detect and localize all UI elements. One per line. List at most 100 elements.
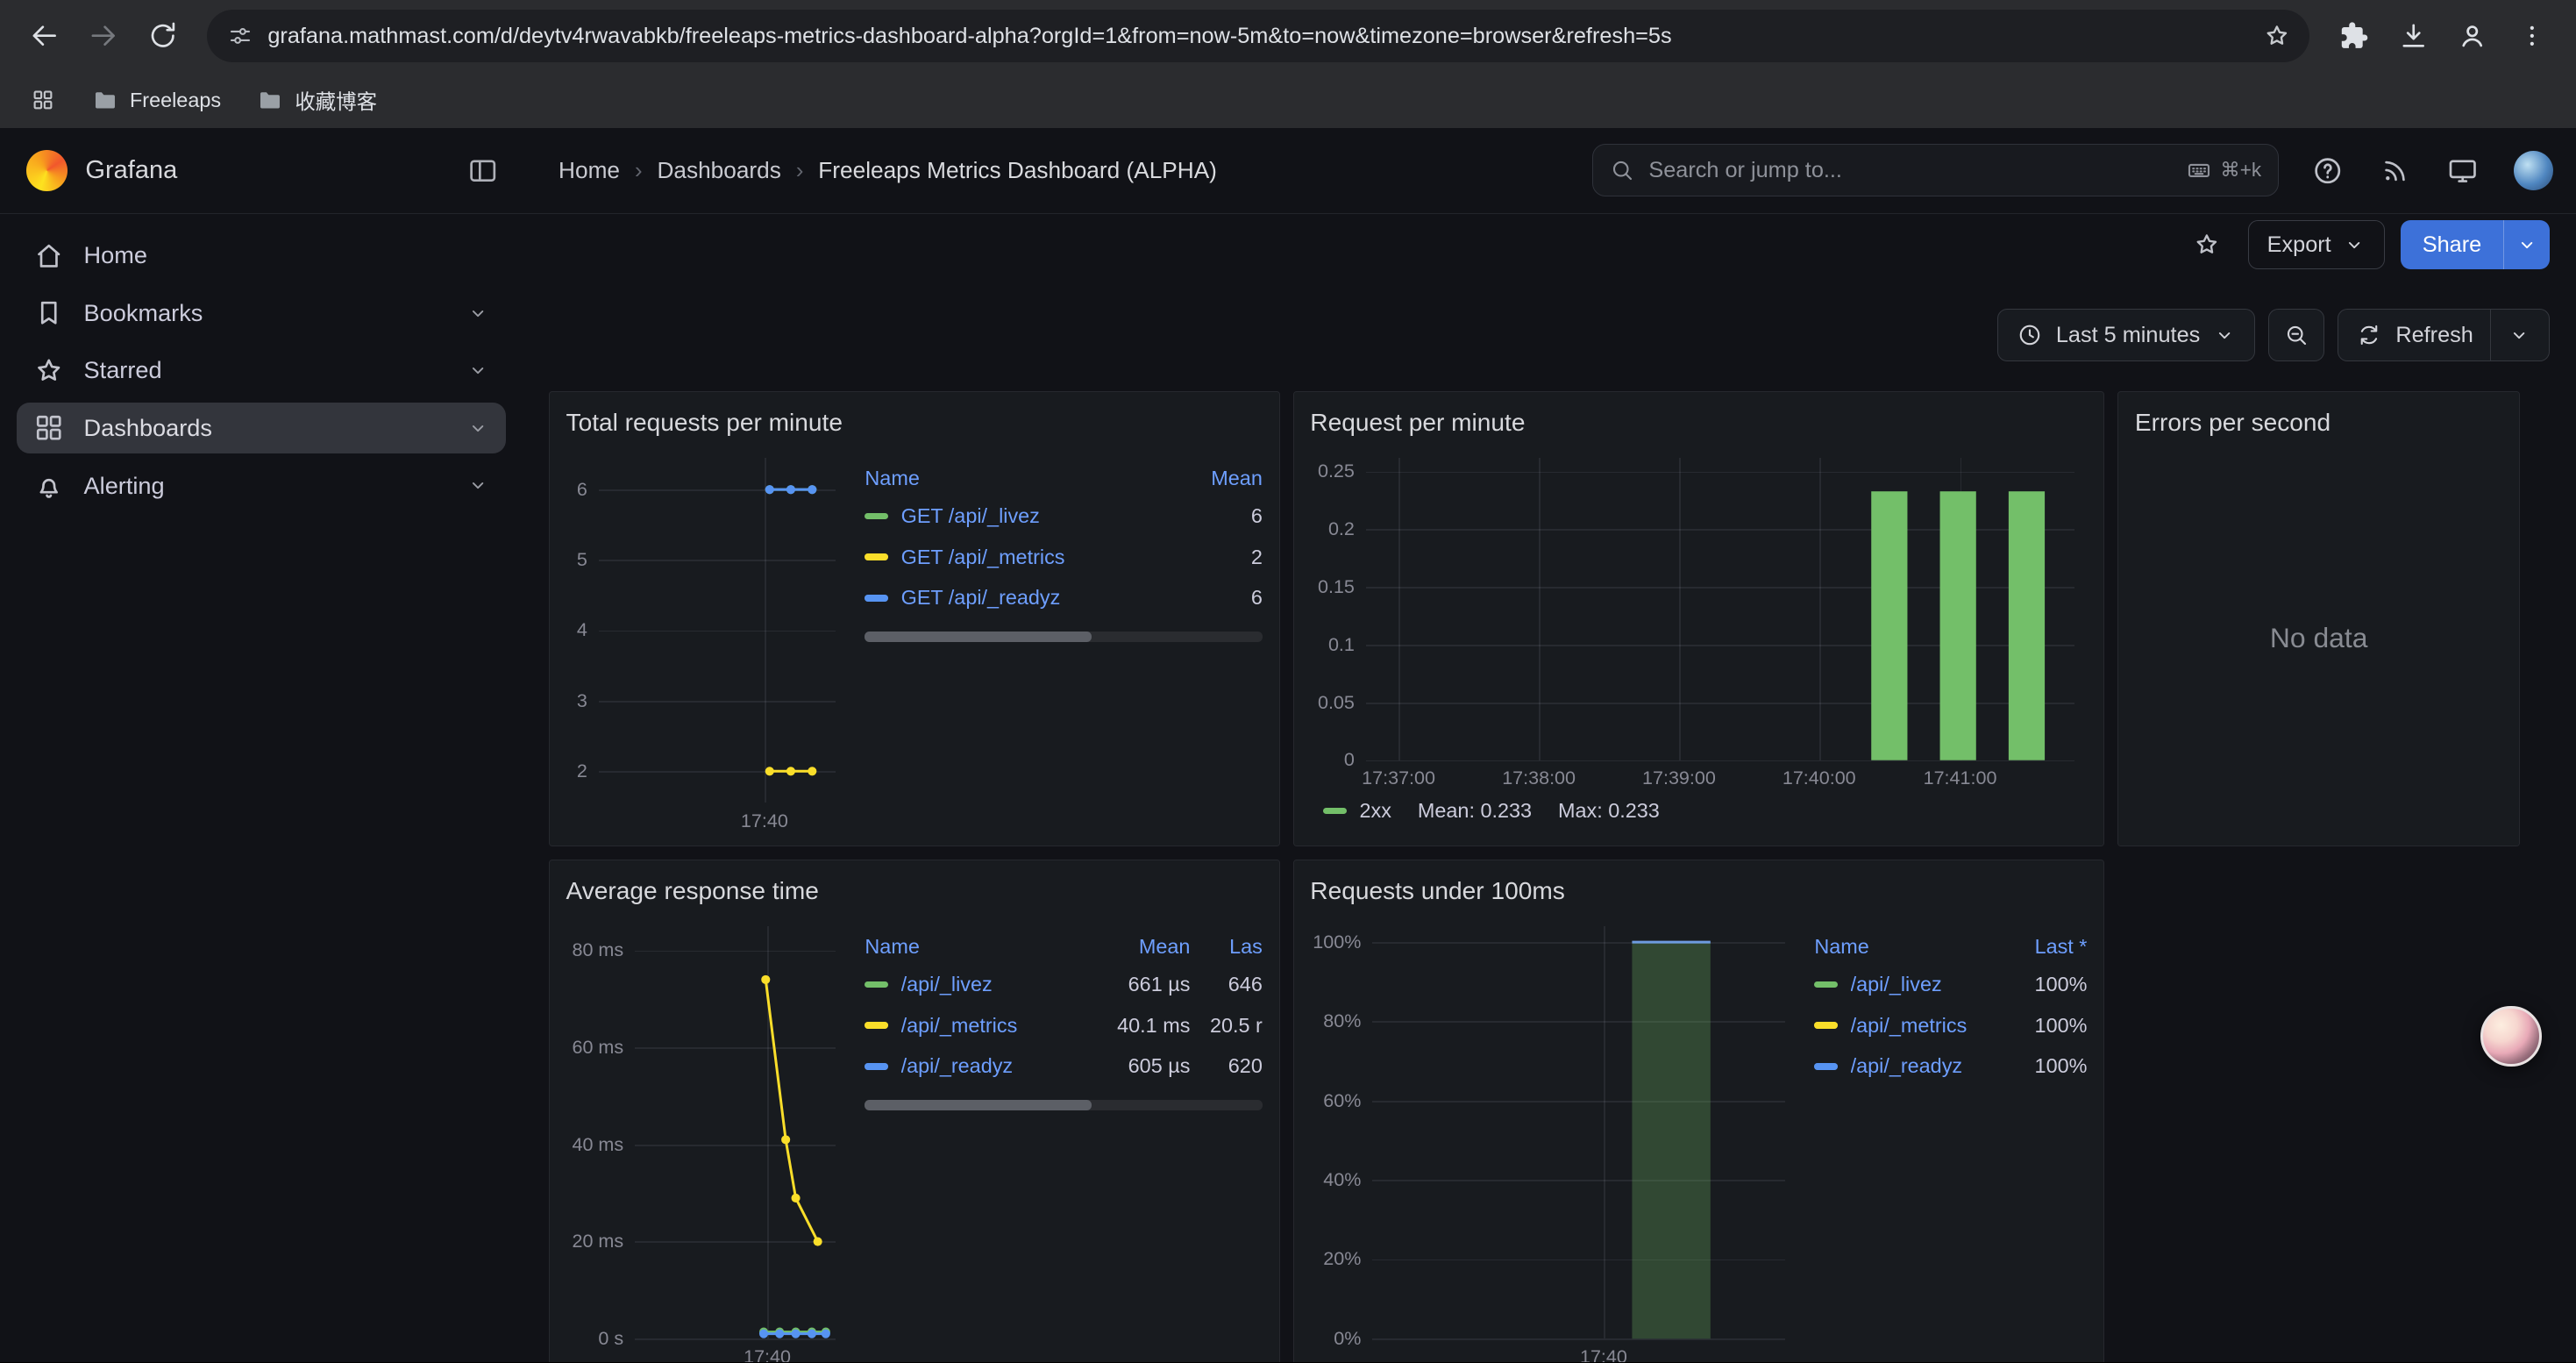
chevron-down-icon[interactable] xyxy=(466,302,489,325)
legend-value: 661 µs xyxy=(1082,973,1191,996)
legend-row[interactable]: /api/_readyz605 µs620 xyxy=(865,1046,1262,1088)
scrollbar-thumb[interactable] xyxy=(865,1100,1091,1110)
legend-value: 100% xyxy=(1996,973,2088,996)
legend-header[interactable]: Las xyxy=(1190,935,1262,959)
chevron-down-icon[interactable] xyxy=(466,474,489,496)
back-icon[interactable] xyxy=(17,8,73,64)
breadcrumb-separator: › xyxy=(796,157,804,184)
browser-toolbar: grafana.mathmast.com/d/deytv4rwavabkb/fr… xyxy=(0,0,2576,72)
sidebar-item-bookmarks[interactable]: Bookmarks xyxy=(17,288,506,339)
refresh-interval-dropdown-icon[interactable] xyxy=(2508,324,2530,346)
chart-canvas xyxy=(1310,913,1797,1362)
legend-row[interactable]: /api/_livez661 µs646 xyxy=(865,964,1262,1005)
bookmark-folder[interactable]: 收藏博客 xyxy=(244,81,390,120)
share-button[interactable]: Share xyxy=(2401,220,2550,269)
extensions-icon[interactable] xyxy=(2326,8,2382,64)
legend-header-name[interactable]: Name xyxy=(865,935,1081,959)
help-icon[interactable] xyxy=(2311,154,2344,187)
panel-header[interactable]: Request per minute xyxy=(1310,402,2087,445)
legend-row[interactable]: GET /api/_metrics2 xyxy=(865,537,1262,578)
sidebar-item-home[interactable]: Home xyxy=(17,230,506,281)
refresh-icon xyxy=(2356,322,2382,348)
forward-icon[interactable] xyxy=(75,8,132,64)
panel-header[interactable]: Average response time xyxy=(566,870,1263,913)
bookmarks-bar: Freeleaps 收藏博客 xyxy=(0,72,2576,128)
menu-icon[interactable] xyxy=(2504,8,2560,64)
panel-header[interactable]: Errors per second xyxy=(2135,402,2503,445)
time-range-picker[interactable]: Last 5 minutes xyxy=(1997,309,2255,361)
legend-value: 40.1 ms xyxy=(1082,1014,1191,1038)
legend-row[interactable]: /api/_readyz100% xyxy=(1814,1046,2087,1088)
panel-header[interactable]: Requests under 100ms xyxy=(1310,870,2087,913)
bookmark-page-icon[interactable] xyxy=(2254,13,2300,59)
legend-header[interactable]: Mean xyxy=(1161,467,1263,490)
url-bar[interactable]: grafana.mathmast.com/d/deytv4rwavabkb/fr… xyxy=(207,10,2309,62)
bookmark-folder[interactable]: Freeleaps xyxy=(79,82,234,118)
sidebar-item-label: Dashboards xyxy=(84,414,212,442)
favorite-star-icon[interactable] xyxy=(2182,220,2231,269)
search-input[interactable] xyxy=(1648,158,2173,183)
legend: 2xxMean: 0.233Max: 0.233 xyxy=(1310,789,2087,832)
legend-row[interactable]: /api/_metrics40.1 ms20.5 r xyxy=(865,1005,1262,1046)
panel-header[interactable]: Total requests per minute xyxy=(566,402,1263,445)
apps-grid-icon[interactable] xyxy=(19,77,65,123)
legend-header-name[interactable]: Name xyxy=(1814,935,1995,959)
legend-row[interactable]: /api/_livez100% xyxy=(1814,964,2087,1005)
export-button[interactable]: Export xyxy=(2248,220,2385,269)
legend-row[interactable]: 2xx xyxy=(1323,799,1391,823)
sidebar-item-starred[interactable]: Starred xyxy=(17,345,506,396)
series-swatch xyxy=(865,981,887,988)
sidebar-item-alerting[interactable]: Alerting xyxy=(17,460,506,511)
series-name: /api/_livez xyxy=(901,973,993,996)
zoom-out-button[interactable] xyxy=(2268,309,2324,361)
floating-avatar[interactable] xyxy=(2480,1006,2541,1067)
legend-scrollbar[interactable] xyxy=(865,632,1262,641)
reload-icon[interactable] xyxy=(135,8,191,64)
news-icon[interactable] xyxy=(2379,154,2411,187)
user-avatar[interactable] xyxy=(2514,151,2553,190)
series-name: /api/_readyz xyxy=(901,1054,1014,1078)
downloads-icon[interactable] xyxy=(2386,8,2442,64)
legend-row[interactable]: GET /api/_livez6 xyxy=(865,496,1262,537)
legend-value: 605 µs xyxy=(1082,1054,1191,1078)
display-icon[interactable] xyxy=(2446,154,2479,187)
legend-header[interactable]: Mean xyxy=(1082,935,1191,959)
chevron-down-icon[interactable] xyxy=(466,359,489,382)
chart-request-per-minute[interactable]: 0.250.20.150.10.05017:37:0017:38:0017:39… xyxy=(1310,445,2087,789)
legend-header[interactable]: Last * xyxy=(1996,935,2088,959)
grafana-logo[interactable] xyxy=(26,150,68,191)
panel-title: Request per minute xyxy=(1310,409,1525,437)
series-swatch xyxy=(1814,981,1837,988)
legend-header-name[interactable]: Name xyxy=(865,467,1160,490)
breadcrumb-item[interactable]: Dashboards xyxy=(657,157,780,184)
refresh-label: Refresh xyxy=(2395,323,2473,348)
nav-sidebar: Home Bookmarks Starred Dashboards Alerting xyxy=(0,214,523,1363)
breadcrumb-item[interactable]: Home xyxy=(559,157,620,184)
search-box[interactable]: ⌘+k xyxy=(1592,144,2279,196)
chart-average-response-time[interactable]: 80 ms60 ms40 ms20 ms0 s17:40 xyxy=(566,913,849,1362)
chart-requests-under-100ms[interactable]: 100%80%60%40%20%0%17:40 xyxy=(1310,913,1797,1362)
legend-row[interactable]: /api/_metrics100% xyxy=(1814,1005,2087,1046)
scrollbar-thumb[interactable] xyxy=(865,632,1091,641)
url-text: grafana.mathmast.com/d/deytv4rwavabkb/fr… xyxy=(267,24,2239,49)
chevron-down-icon[interactable] xyxy=(466,417,489,439)
legend-scrollbar[interactable] xyxy=(865,1100,1262,1110)
alerting-icon xyxy=(32,469,65,502)
chart-total-requests-per-minute[interactable]: 6543217:40 xyxy=(566,445,849,832)
legend-value: 2 xyxy=(1161,546,1263,569)
site-info-icon[interactable] xyxy=(227,23,253,49)
legend: NameMean GET /api/_livez6GET /api/_metric… xyxy=(849,445,1263,832)
chevron-down-icon xyxy=(2343,233,2366,256)
share-dropdown-icon[interactable] xyxy=(2503,220,2550,269)
sidebar-item-dashboards[interactable]: Dashboards xyxy=(17,403,506,453)
panel-title: Average response time xyxy=(566,877,819,905)
legend-value: 6 xyxy=(1161,586,1263,610)
legend-row[interactable]: GET /api/_readyz6 xyxy=(865,578,1262,619)
refresh-button[interactable]: Refresh xyxy=(2338,309,2550,361)
folder-icon xyxy=(92,87,118,113)
keyboard-icon xyxy=(2186,157,2212,183)
legend-value: 100% xyxy=(1996,1014,2088,1038)
series-swatch xyxy=(865,1022,887,1028)
sidebar-toggle-icon[interactable] xyxy=(466,154,499,187)
profile-icon[interactable] xyxy=(2444,8,2501,64)
